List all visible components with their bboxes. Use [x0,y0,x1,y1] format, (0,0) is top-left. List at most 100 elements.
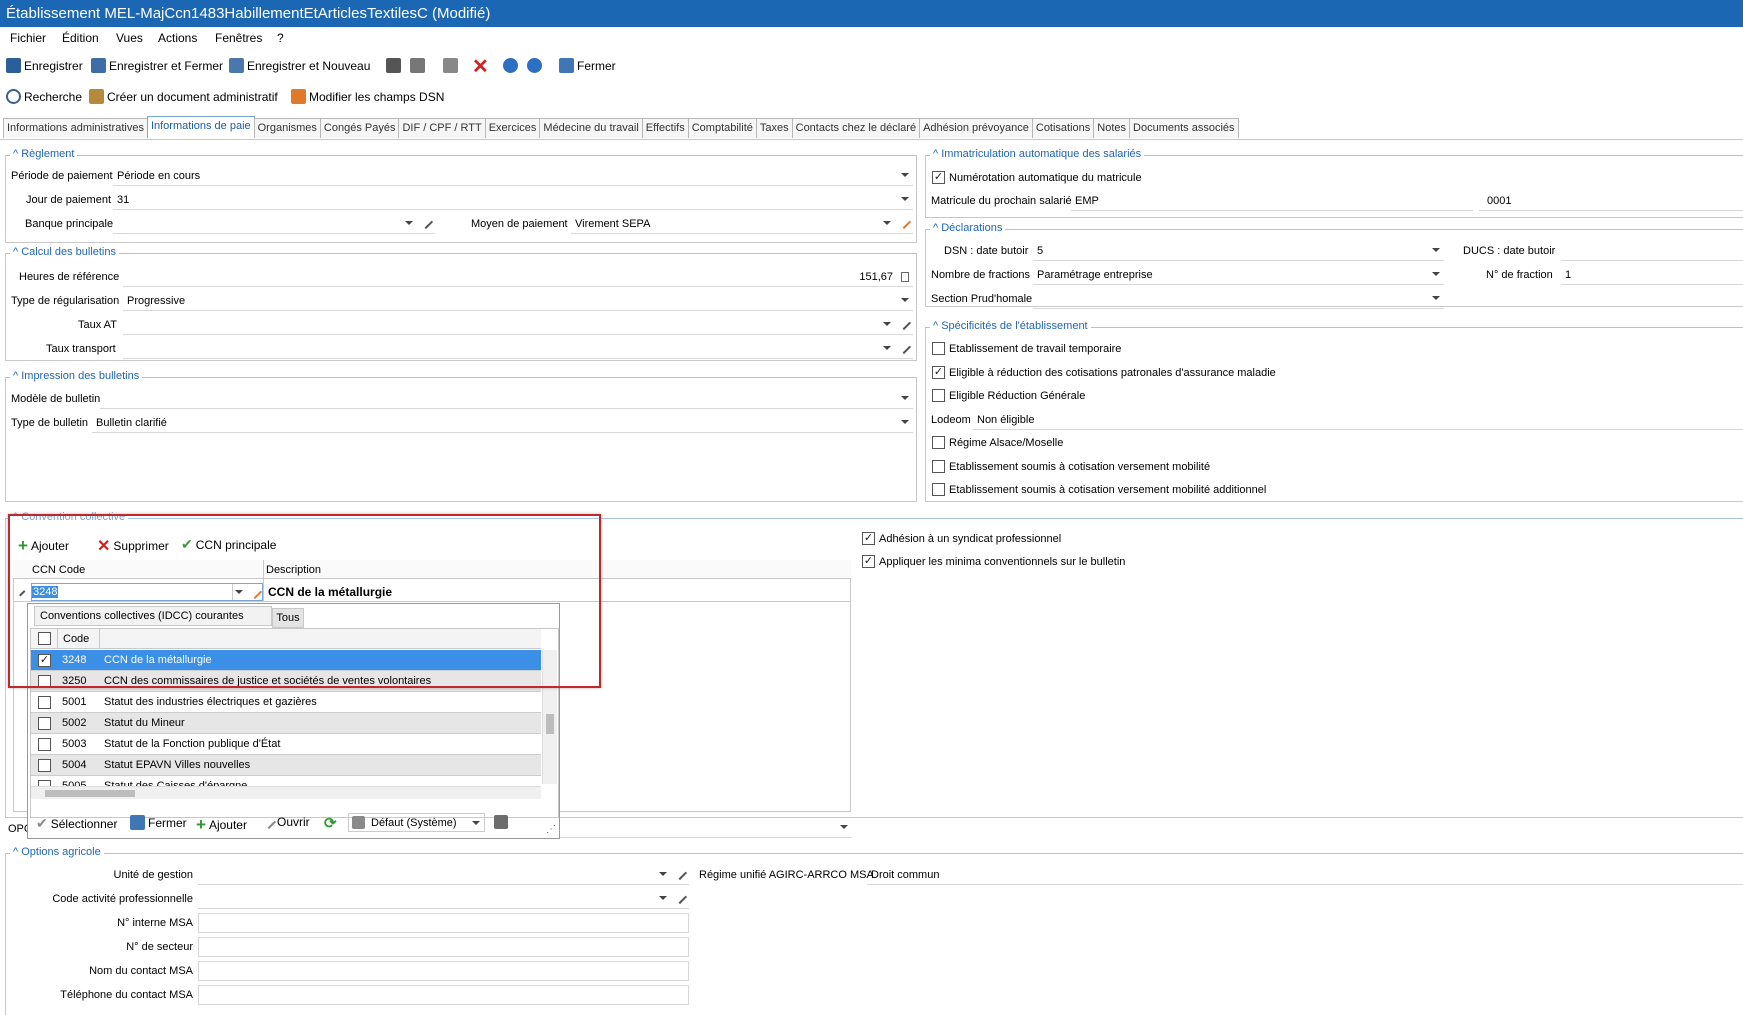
immat-auto-checkbox[interactable]: ✓ [932,171,945,184]
modele-select[interactable] [100,389,913,409]
ducs-input[interactable] [1561,241,1743,261]
copy-icon[interactable] [443,58,458,73]
periode-select[interactable]: Période en cours [113,166,913,186]
tab-medecine-du-travail[interactable]: Médecine du travail [539,118,643,138]
adhesion-checkbox[interactable]: ✓ [862,532,875,545]
alsace-moselle-checkbox[interactable] [932,436,945,449]
save-close-button[interactable]: Enregistrer et Fermer [91,58,223,73]
delete-icon[interactable]: ✕ [472,54,489,79]
regime-input[interactable]: Droit commun [867,865,1743,885]
tel-contact-input[interactable] [198,985,689,1005]
create-doc-button[interactable]: Créer un document administratif [89,89,278,104]
adhesion-label: Adhésion à un syndicat professionnel [879,533,1062,545]
list-item[interactable]: 5001 Statut des industries électriques et… [31,692,541,713]
modify-dsn-button[interactable]: Modifier les champs DSN [291,89,444,104]
close-button[interactable]: Fermer [559,58,616,73]
scrollbar-thumb[interactable] [546,714,554,734]
edit-icon[interactable] [896,315,912,331]
jour-select[interactable]: 31 [113,190,913,210]
menu-fichier[interactable]: Fichier [10,31,46,45]
prudhomale-select[interactable] [1033,289,1444,309]
nom-contact-input[interactable] [198,961,689,981]
tab-contacts[interactable]: Contacts chez le déclaré [791,118,921,138]
matricule-prefix-input[interactable]: EMP [1071,191,1473,211]
tab-adhesion-prevoyance[interactable]: Adhésion prévoyance [919,118,1033,138]
horizontal-scrollbar[interactable] [31,786,541,799]
secteur-input[interactable] [198,937,689,957]
table-settings-icon[interactable] [494,815,508,829]
versement-mobilite-checkbox[interactable] [932,460,945,473]
tab-documents-associes[interactable]: Documents associés [1129,118,1239,138]
menu-fenetres[interactable]: Fenêtres [215,31,262,45]
row-checkbox[interactable] [38,717,51,730]
next-icon[interactable] [527,58,542,73]
dropdown-arrow-icon [883,322,891,326]
opc-select[interactable] [557,818,852,838]
code-activite-select[interactable] [198,889,689,909]
edit-icon[interactable] [672,865,688,881]
print-preview-icon[interactable] [410,58,425,73]
popup-select-button[interactable]: ✔ Sélectionner [36,815,117,832]
moyen-select[interactable]: Virement SEPA [571,214,913,234]
temporaire-label: Etablissement de travail temporaire [949,343,1122,355]
menu-help[interactable]: ? [277,31,284,45]
tab-comptabilite[interactable]: Comptabilité [687,118,757,138]
row-checkbox[interactable] [38,759,51,772]
edit-icon[interactable] [896,339,912,355]
popup-close-button[interactable]: Fermer [130,815,187,830]
tab-taxes[interactable]: Taxes [755,118,793,138]
tab-exercices[interactable]: Exercices [484,118,541,138]
lodeom-input[interactable]: Non éligible [973,410,1743,430]
edit-icon[interactable] [896,214,912,230]
resize-grip-icon[interactable]: ⋰ [546,824,556,835]
tools-icon [89,89,104,104]
taux-at-select[interactable] [123,315,913,335]
regul-select[interactable]: Progressive [123,291,913,311]
reduction-maladie-checkbox[interactable]: ✓ [932,366,945,379]
row-checkbox[interactable] [38,738,51,751]
type-bulletin-select[interactable]: Bulletin clarifié [92,413,913,433]
tab-informations-de-paie[interactable]: Informations de paie [146,116,255,138]
menu-actions[interactable]: Actions [158,31,197,45]
unite-select[interactable] [198,865,689,885]
menu-edition[interactable]: Édition [62,31,99,45]
interne-msa-input[interactable] [198,913,689,933]
edit-icon[interactable] [418,214,434,230]
menu-vues[interactable]: Vues [116,31,143,45]
print-icon[interactable] [386,58,401,73]
scrollbar-thumb[interactable] [45,790,135,797]
save-new-button[interactable]: Enregistrer et Nouveau [229,58,370,73]
popup-add-button[interactable]: + Ajouter [196,815,247,835]
tab-organismes[interactable]: Organismes [253,118,321,138]
list-item[interactable]: 5002 Statut du Mineur [31,713,541,734]
matricule-number-input[interactable]: 0001 [1479,191,1743,211]
tab-conges-payes[interactable]: Congés Payés [319,118,400,138]
versement-mobilite-add-label: Etablissement soumis à cotisation versem… [949,484,1267,496]
taux-transport-select[interactable] [123,339,913,359]
list-item[interactable]: 5004 Statut EPAVN Villes nouvelles [31,755,541,776]
temporaire-checkbox[interactable] [932,342,945,355]
tab-cotisations[interactable]: Cotisations [1031,118,1095,138]
reduction-generale-checkbox[interactable] [932,389,945,402]
row-checkbox[interactable] [38,696,51,709]
tab-notes[interactable]: Notes [1093,118,1131,138]
minima-checkbox[interactable]: ✓ [862,555,875,568]
tab-informations-administratives[interactable]: Informations administratives [3,118,148,138]
search-button[interactable]: Recherche [6,89,82,104]
save-button[interactable]: Enregistrer [6,58,83,73]
tab-effectifs[interactable]: Effectifs [641,118,689,138]
dsn-select[interactable]: 5 [1033,241,1444,261]
calculator-icon[interactable] [901,272,909,282]
tab-dif-cpf-rtt[interactable]: DIF / CPF / RTT [398,118,486,138]
banque-select[interactable] [113,214,435,234]
edit-icon[interactable] [672,889,688,905]
popup-open-button[interactable]: Ouvrir [261,814,310,830]
heures-input[interactable]: 151,67 [123,267,913,287]
refresh-icon[interactable]: ⟳ [324,814,337,832]
previous-icon[interactable] [503,58,518,73]
fraction-no-input[interactable]: 1 [1561,265,1743,285]
view-select[interactable]: Défaut (Système) [348,813,485,832]
versement-mobilite-add-checkbox[interactable] [932,483,945,496]
list-item[interactable]: 5003 Statut de la Fonction publique d'Éta… [31,734,541,755]
fractions-select[interactable]: Paramétrage entreprise [1033,265,1444,285]
